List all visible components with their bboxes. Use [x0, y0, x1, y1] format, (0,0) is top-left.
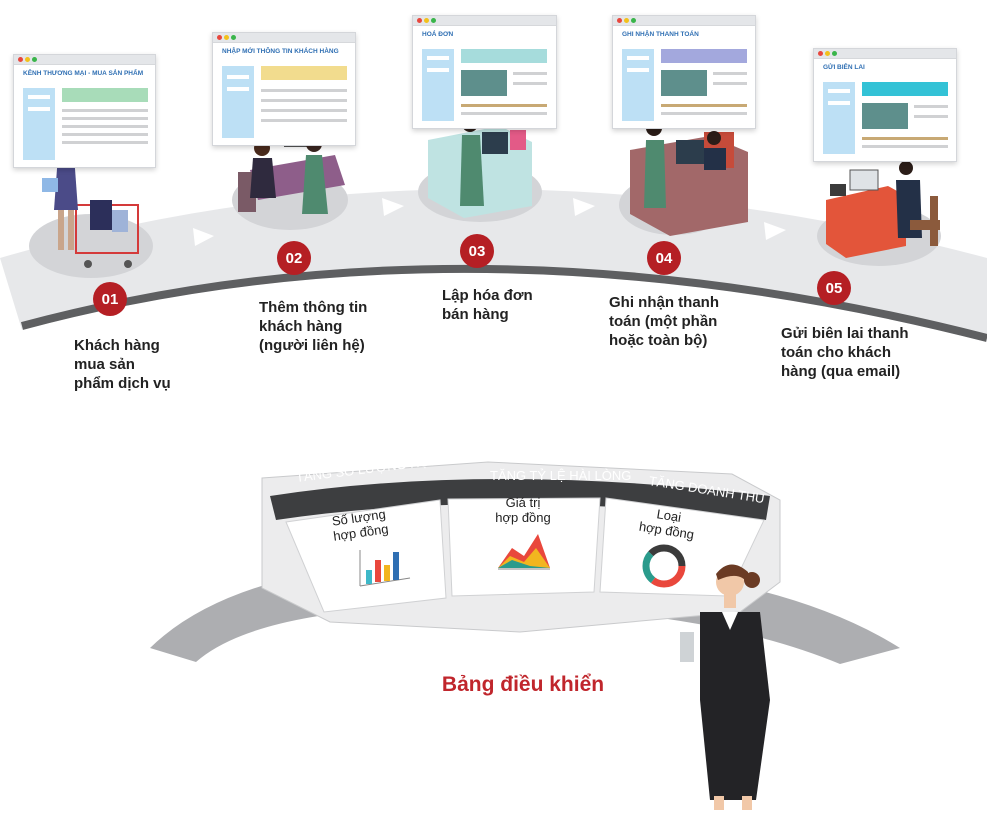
- maximize-dot-icon: [832, 51, 837, 56]
- step-number-badge: 04: [647, 241, 681, 275]
- window-title: GHI NHẬN THANH TOÁN: [622, 31, 699, 38]
- maximize-dot-icon: [32, 57, 37, 62]
- window-title: KÊNH THƯƠNG MẠI - MUA SẢN PHẨM: [23, 70, 144, 77]
- minimize-dot-icon: [624, 18, 629, 23]
- step-number-badge: 02: [277, 241, 311, 275]
- close-dot-icon: [18, 57, 23, 62]
- panel-label: Giá trị hợp đồng: [495, 495, 551, 525]
- maximize-dot-icon: [231, 35, 236, 40]
- window-title: HOÁ ĐƠN: [422, 31, 454, 38]
- panel-header: TĂNG TỶ LỆ HÀI LÒNG: [490, 468, 632, 483]
- close-dot-icon: [417, 18, 422, 23]
- maximize-dot-icon: [631, 18, 636, 23]
- window-title: NHẬP MỚI THÔNG TIN KHÁCH HÀNG: [222, 48, 339, 55]
- maximize-dot-icon: [431, 18, 436, 23]
- step-number-badge: 03: [460, 234, 494, 268]
- payment-desk-scene: [630, 120, 748, 236]
- step-number-badge: 05: [817, 271, 851, 305]
- step-4-window: GHI NHẬN THANH TOÁN: [612, 15, 756, 129]
- minimize-dot-icon: [825, 51, 830, 56]
- close-dot-icon: [617, 18, 622, 23]
- close-dot-icon: [818, 51, 823, 56]
- step-description: Gửi biên lai thanh toán cho khách hàng (…: [781, 325, 909, 380]
- minimize-dot-icon: [224, 35, 229, 40]
- step-description: Lập hóa đơn bán hàng: [442, 287, 533, 323]
- dashboard-title: Bảng điều khiển: [441, 673, 605, 696]
- step-3-window: HOÁ ĐƠN: [412, 15, 557, 129]
- step-2-window: NHẬP MỚI THÔNG TIN KHÁCH HÀNG: [212, 32, 356, 146]
- step-description: Thêm thông tin khách hàng (người liên hệ…: [259, 299, 368, 354]
- step-description: Ghi nhận thanh toán (một phần hoặc toàn …: [609, 294, 719, 349]
- step-number-badge: 01: [93, 282, 127, 316]
- close-dot-icon: [217, 35, 222, 40]
- minimize-dot-icon: [424, 18, 429, 23]
- window-title: GỬI BIÊN LAI: [823, 64, 865, 71]
- minimize-dot-icon: [25, 57, 30, 62]
- step-description: Khách hàng mua sản phẩm dịch vụ: [74, 337, 171, 392]
- step-1-window: KÊNH THƯƠNG MẠI - MUA SẢN PHẨM: [13, 54, 156, 168]
- step-5-window: GỬI BIÊN LAI: [813, 48, 957, 162]
